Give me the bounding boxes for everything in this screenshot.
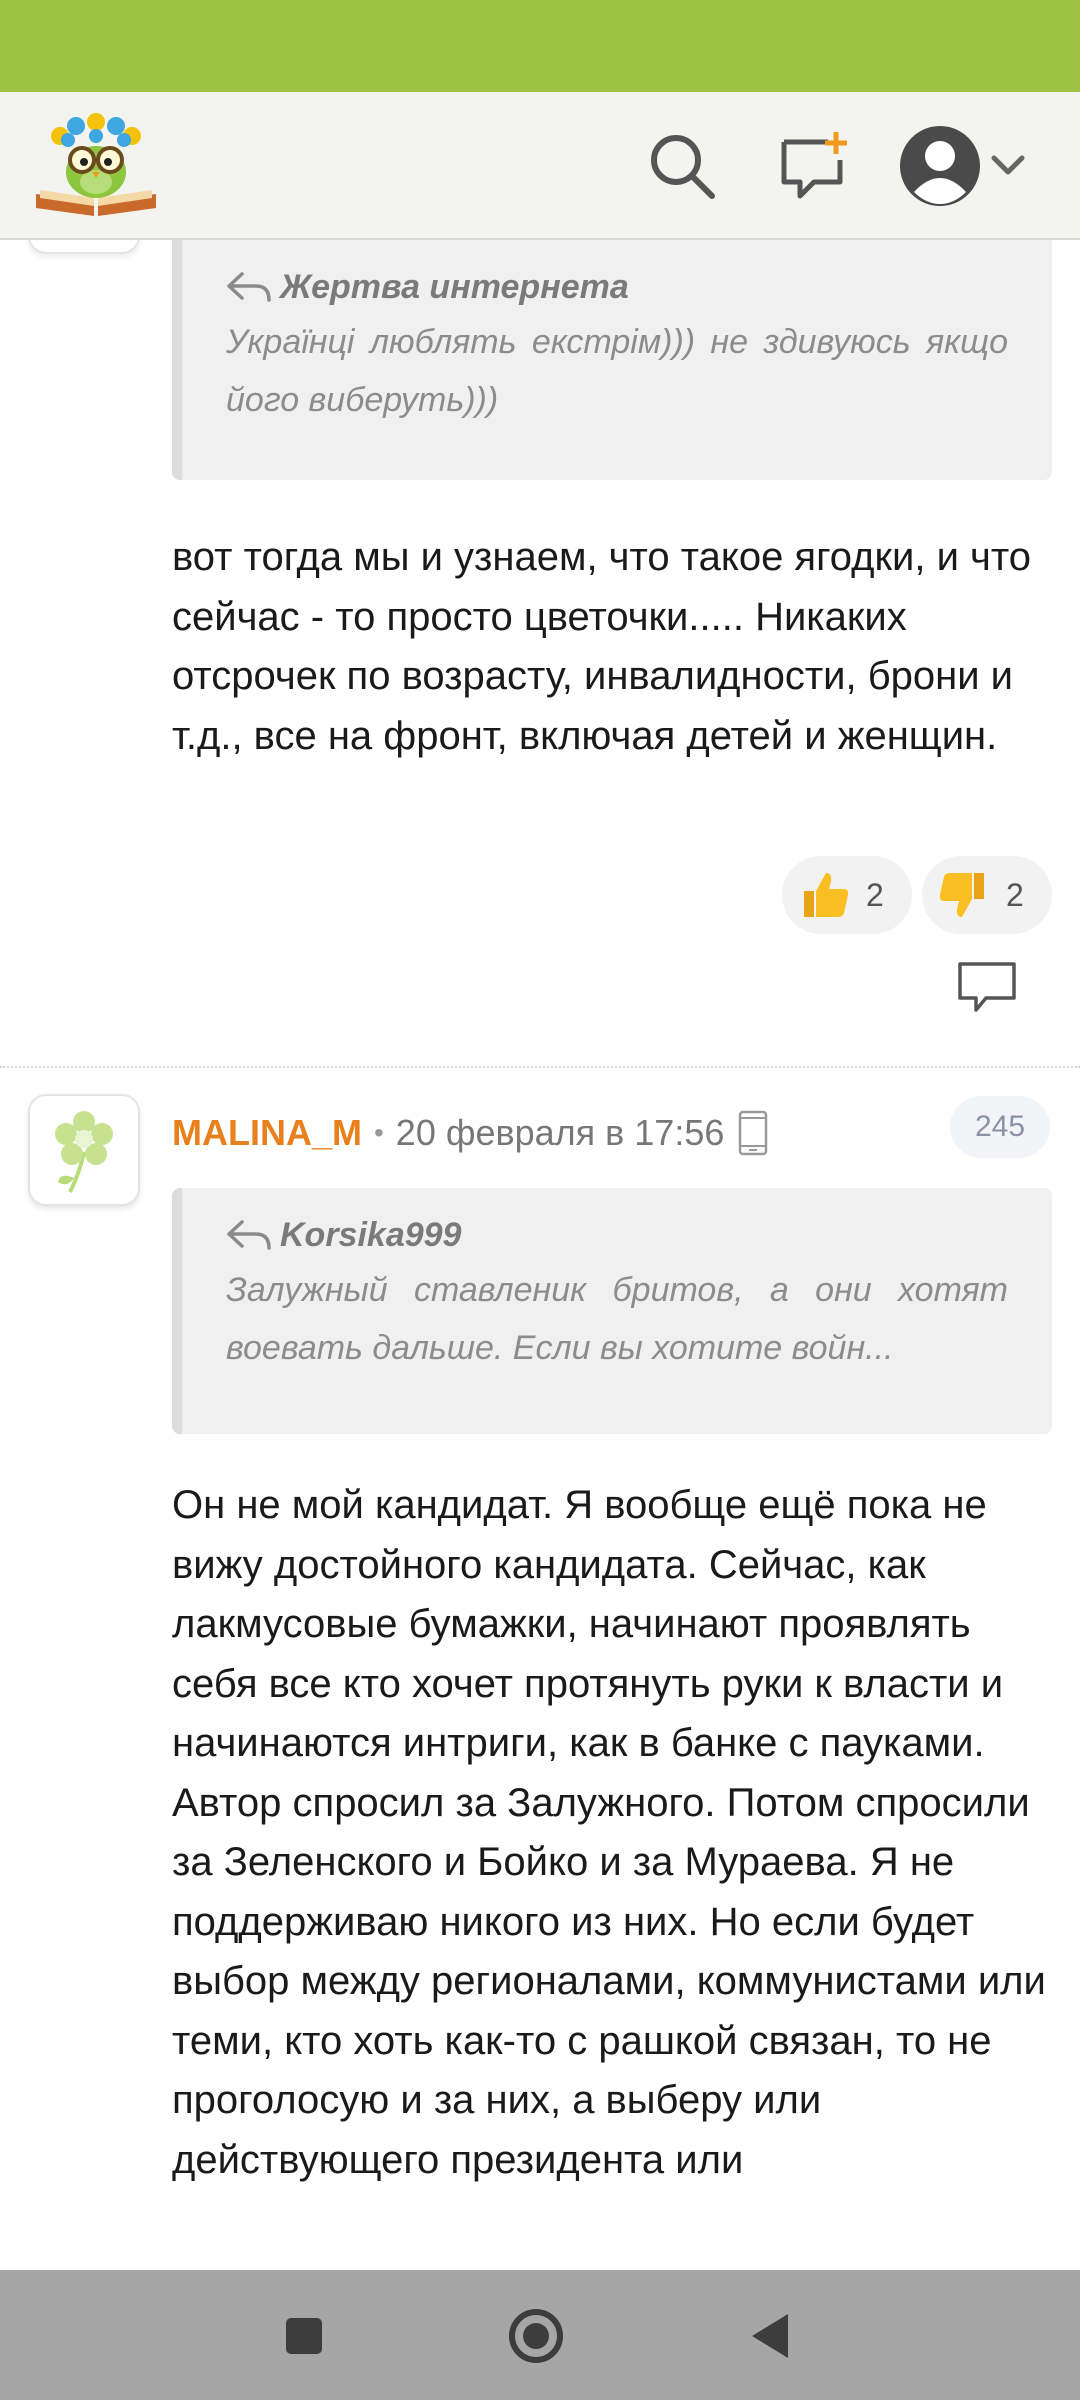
comment-rating[interactable]: 245 <box>950 1096 1050 1158</box>
quote-author-name: Жертва интернета <box>280 268 629 306</box>
username[interactable]: MALINA_M <box>172 1112 362 1154</box>
home-circle-icon <box>509 2309 563 2363</box>
quote-text: Українці люблять екстрім))) не здивуюсь … <box>226 323 1008 419</box>
comment-divider <box>0 1066 1080 1068</box>
comment-date: 20 февраля в 17:56 <box>395 1112 725 1153</box>
comment-paragraph: Автор спросил за Залужного. Потом спроси… <box>172 1780 1046 2182</box>
add-comment-icon <box>781 132 847 199</box>
search-icon <box>651 135 715 199</box>
profile-menu-button[interactable] <box>896 120 1046 212</box>
comment-meta: MALINA_M • 20 февраля в 17:56 <box>172 1106 768 1160</box>
system-nav-bar <box>0 2270 1080 2400</box>
back-triangle-icon <box>752 2314 788 2358</box>
like-count: 2 <box>866 876 884 913</box>
avatar[interactable] <box>28 1094 140 1206</box>
comment-paragraph: Он не мой кандидат. Я вообще ещё пока не… <box>172 1483 1004 1765</box>
comment-bubble-icon <box>958 962 1016 1012</box>
quote-block[interactable]: Korsika999 Залужный ставленик бритов, а … <box>172 1188 1052 1434</box>
mobile-device-icon <box>739 1110 768 1156</box>
comment-text: вот тогда мы и узнаем, что такое ягодки,… <box>172 535 1031 758</box>
reply-button[interactable] <box>956 960 1018 1019</box>
comment-text: Он не мой кандидат. Я вообще ещё пока не… <box>172 1476 1052 2190</box>
thumbs-up-icon <box>804 873 849 917</box>
search-button[interactable] <box>640 124 724 208</box>
dislike-button[interactable]: 2 <box>922 856 1052 934</box>
new-post-button[interactable] <box>772 124 856 208</box>
quote-author: Korsika999 <box>226 1216 1008 1255</box>
user-avatar-icon <box>900 126 980 206</box>
comments-feed[interactable]: Жертва интернета Українці люблять екстрі… <box>0 240 1080 2270</box>
status-bar <box>0 0 1080 92</box>
thumbs-down-icon <box>939 873 984 917</box>
home-button[interactable] <box>500 2300 572 2372</box>
chevron-down-icon <box>991 155 1025 175</box>
site-logo[interactable] <box>32 110 160 222</box>
reply-arrow-icon <box>227 271 271 302</box>
square-icon <box>286 2318 322 2354</box>
dislike-count: 2 <box>1006 876 1024 913</box>
quote-text: Залужный ставленик бритов, а они хотят в… <box>226 1271 1008 1367</box>
separator-dot: • <box>373 1117 384 1148</box>
back-button[interactable] <box>734 2300 806 2372</box>
app-header <box>0 92 1080 240</box>
recent-apps-button[interactable] <box>268 2300 340 2372</box>
quote-author: Жертва интернета <box>226 268 1008 307</box>
avatar[interactable] <box>28 240 140 254</box>
like-button[interactable]: 2 <box>782 856 912 934</box>
flower-avatar-icon <box>55 1111 113 1193</box>
reply-arrow-icon <box>227 1219 271 1250</box>
quote-block[interactable]: Жертва интернета Українці люблять екстрі… <box>172 240 1052 480</box>
quote-author-name: Korsika999 <box>280 1216 462 1254</box>
